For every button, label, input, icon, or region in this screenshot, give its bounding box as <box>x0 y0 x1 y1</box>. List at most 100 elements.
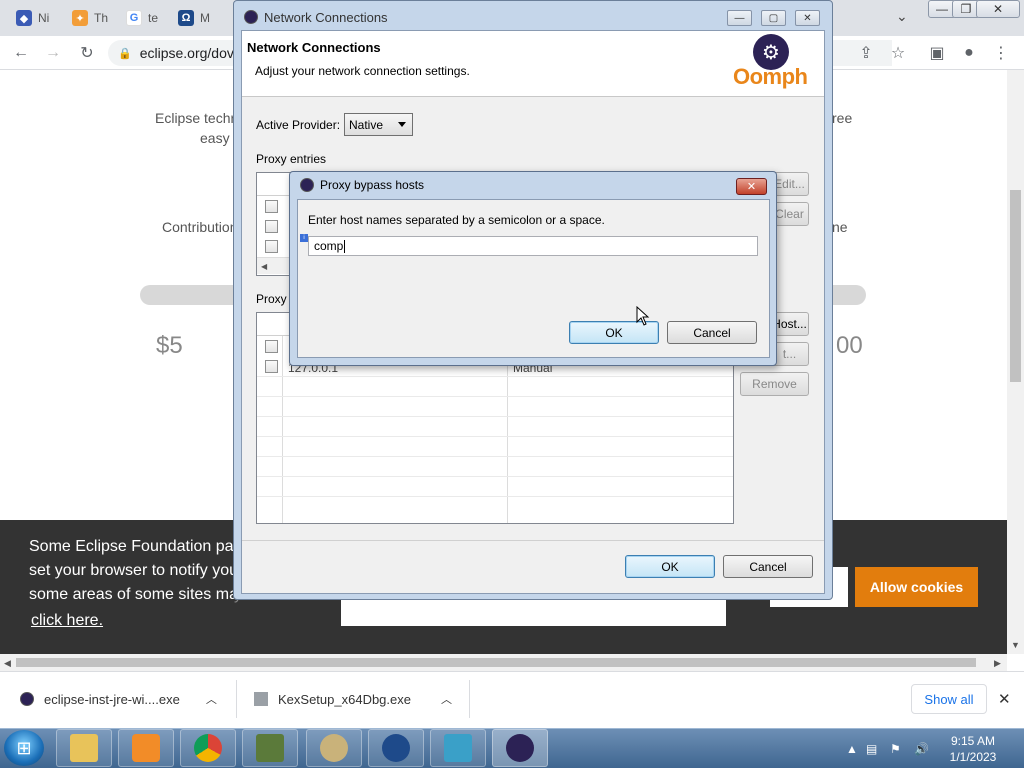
proxy-entry-checkbox[interactable] <box>265 200 278 213</box>
table-row-line <box>257 476 733 477</box>
tab-search-icon[interactable]: ⌄ <box>896 8 908 25</box>
taskbar-clock[interactable]: 9:15 AM 1/1/2023 <box>938 733 1008 765</box>
proxy-entry-checkbox[interactable] <box>265 240 278 253</box>
browser-tab-2[interactable]: ✦ Th <box>66 6 118 30</box>
horizontal-scroll-thumb[interactable] <box>16 658 976 667</box>
bookmark-star-icon[interactable]: ☆ <box>887 42 909 64</box>
amount-max: 00 <box>836 332 863 359</box>
download-item-eclipse[interactable]: eclipse-inst-jre-wi....exe ︿ <box>20 682 217 716</box>
close-dialog-button[interactable]: ✕ <box>795 10 820 26</box>
bypass-host-checkbox[interactable] <box>265 340 278 353</box>
forward-arrow-icon[interactable]: → <box>42 42 64 64</box>
download-item-kex[interactable]: KexSetup_x64Dbg.exe ︿ <box>254 682 452 716</box>
download-filename: eclipse-inst-jre-wi....exe <box>44 691 180 707</box>
text-caret <box>344 239 346 253</box>
browser-tab-3[interactable]: G te <box>120 6 172 30</box>
tab-favicon-icon: ✦ <box>72 10 88 26</box>
donation-slider-track[interactable] <box>830 285 866 305</box>
table-row-line <box>257 396 733 397</box>
cookie-panel <box>341 598 726 626</box>
back-arrow-icon[interactable]: ← <box>10 42 32 64</box>
table-scroll-left-icon[interactable]: ◀ <box>257 257 293 274</box>
taskbar-app[interactable] <box>430 729 486 767</box>
table-column-line <box>282 336 283 523</box>
amount-min: $5 <box>156 332 183 359</box>
gauge-icon <box>320 734 348 762</box>
oomph-logo-text: Oomph <box>733 64 808 89</box>
dialog-separator <box>242 540 824 541</box>
close-downloads-icon[interactable]: ✕ <box>998 690 1011 708</box>
address-bar[interactable]: 🔒 eclipse.org/dov <box>108 40 238 66</box>
cubes-icon <box>444 734 472 762</box>
share-icon[interactable]: ⇪ <box>855 42 877 64</box>
bypass-cancel-button[interactable]: Cancel <box>667 321 757 344</box>
tab-label: Ni <box>38 11 50 25</box>
clock-date: 1/1/2023 <box>949 750 997 764</box>
profile-avatar-icon[interactable]: ● <box>958 42 980 64</box>
scroll-left-icon[interactable]: ◀ <box>4 658 11 669</box>
cookie-message: Some Eclipse Foundation pa set your brow… <box>29 535 234 607</box>
taskbar-app[interactable] <box>368 729 424 767</box>
proxy-bypass-titlebar[interactable]: Proxy bypass hosts <box>300 178 424 192</box>
proxy-entry-checkbox[interactable] <box>265 220 278 233</box>
eclipse-installer-icon <box>506 734 534 762</box>
page-text: easy <box>200 130 230 146</box>
bypass-hosts-input[interactable]: comp <box>308 236 758 256</box>
scroll-down-icon[interactable]: ▼ <box>1011 640 1020 650</box>
minimize-dialog-button[interactable]: — <box>727 10 752 26</box>
page-text: Eclipse techr <box>155 110 236 126</box>
close-bypass-dialog-button[interactable]: ✕ <box>736 178 767 195</box>
lock-icon: 🔒 <box>118 47 132 60</box>
file-icon <box>254 692 268 706</box>
network-tray-icon[interactable]: ▤ <box>866 742 877 756</box>
close-window-button[interactable]: ✕ <box>976 0 1020 18</box>
vertical-scroll-thumb[interactable] <box>1010 190 1021 382</box>
cookie-more-link[interactable]: click here. <box>31 612 103 630</box>
browser-tab-1[interactable]: ◆ Ni <box>10 6 62 30</box>
downloads-separator <box>469 680 470 718</box>
page-text: Contribution <box>162 219 238 235</box>
chevron-up-icon[interactable]: ︿ <box>441 691 452 707</box>
downloads-separator <box>236 680 237 718</box>
scroll-right-icon[interactable]: ▶ <box>994 658 1001 669</box>
reload-icon[interactable]: ↻ <box>76 42 98 64</box>
google-icon: G <box>126 10 142 26</box>
maximize-dialog-button[interactable]: ▢ <box>761 10 786 26</box>
taskbar-eclipse[interactable] <box>492 729 548 767</box>
eclipse-icon <box>244 10 258 24</box>
tab-label: Th <box>94 11 109 25</box>
volume-icon[interactable]: 🔊 <box>914 742 929 756</box>
chevron-up-icon[interactable]: ︿ <box>206 691 217 707</box>
folder-icon <box>70 734 98 762</box>
allow-cookies-button[interactable]: Allow cookies <box>855 567 978 607</box>
network-ok-button[interactable]: OK <box>625 555 715 578</box>
table-row-line <box>257 456 733 457</box>
table-row-line <box>257 436 733 437</box>
taskbar-app[interactable] <box>242 729 298 767</box>
cookie-line: set your browser to notify you <box>29 562 234 579</box>
taskbar-app[interactable] <box>306 729 362 767</box>
network-cancel-button[interactable]: Cancel <box>723 555 813 578</box>
url-text: eclipse.org/dov <box>139 45 234 61</box>
side-panel-icon[interactable]: ▣ <box>926 42 948 64</box>
show-all-downloads-button[interactable]: Show all <box>911 684 987 714</box>
browser-tab-4[interactable]: Ω M <box>172 6 228 30</box>
menu-kebab-icon[interactable]: ⋮ <box>990 42 1012 64</box>
taskbar-media[interactable] <box>118 729 174 767</box>
taskbar-explorer[interactable] <box>56 729 112 767</box>
donation-slider-track[interactable] <box>140 285 240 305</box>
active-provider-select[interactable]: Native <box>344 113 413 136</box>
active-provider-value: Native <box>349 117 384 132</box>
tray-expand-icon[interactable]: ▲ <box>846 742 858 756</box>
action-center-icon[interactable]: ⚑ <box>890 742 901 756</box>
remove-host-button[interactable]: Remove <box>740 372 809 396</box>
proxy-bypass-label: Proxy <box>256 292 287 306</box>
start-button-icon[interactable]: ⊞ <box>4 730 44 766</box>
info-decoration-icon: i <box>300 234 308 242</box>
terminal-icon <box>256 734 284 762</box>
bypass-host-checkbox[interactable] <box>265 360 278 373</box>
tab-label: M <box>200 11 210 25</box>
taskbar-chrome[interactable] <box>180 729 236 767</box>
dialog-subheading: Adjust your network connection settings. <box>255 64 470 78</box>
chrome-icon <box>194 734 222 762</box>
